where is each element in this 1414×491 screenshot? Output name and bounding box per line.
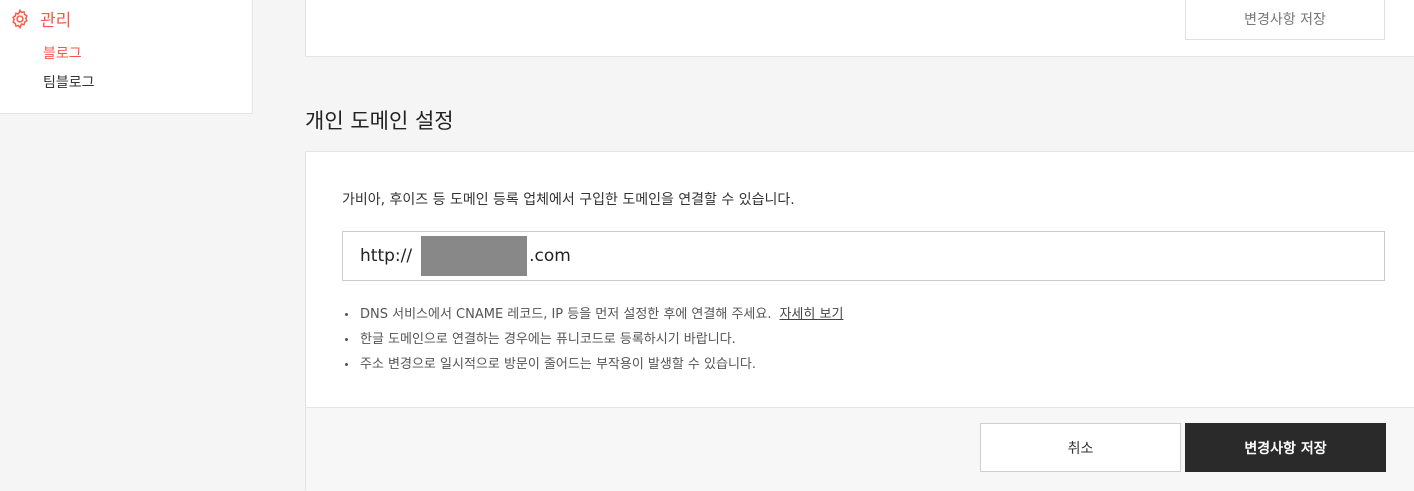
domain-description: 가비아, 후이즈 등 도메인 등록 업체에서 구입한 도메인을 연결할 수 있습… [342,192,795,208]
cancel-button[interactable]: 취소 [980,423,1181,472]
domain-url-input[interactable]: http:// .com [342,231,1385,281]
list-item: 주소 변경으로 일시적으로 방문이 줄어드는 부작용이 발생할 수 있습니다. [342,355,843,380]
previous-settings-card: 변경사항 저장 [305,0,1414,57]
url-prefix: http:// [360,246,413,266]
card-footer: 취소 변경사항 저장 [306,407,1414,491]
learn-more-link[interactable]: 자세히 보기 [779,307,843,322]
list-item: DNS 서비스에서 CNAME 레코드, IP 등을 먼저 설정한 후에 연결해… [342,305,843,330]
url-suffix: .com [529,246,571,266]
list-item: 한글 도메인으로 연결하는 경우에는 퓨니코드로 등록하시기 바랍니다. [342,330,843,355]
sidebar-item-blog[interactable]: 블로그 [43,43,82,63]
sidebar-manage-header[interactable]: 관리 [9,6,71,31]
top-save-button[interactable]: 변경사항 저장 [1185,0,1385,40]
sidebar-item-team-blog[interactable]: 팀블로그 [43,72,95,92]
masked-domain [421,236,528,276]
save-button[interactable]: 변경사항 저장 [1185,423,1386,472]
sidebar: 관리 블로그 팀블로그 [0,0,253,114]
page-title: 개인 도메인 설정 [305,109,454,133]
domain-settings-card: 가비아, 후이즈 등 도메인 등록 업체에서 구입한 도메인을 연결할 수 있습… [305,151,1414,491]
note-text: 주소 변경으로 일시적으로 방문이 줄어드는 부작용이 발생할 수 있습니다. [360,357,756,372]
gear-icon [9,8,31,30]
sidebar-manage-label: 관리 [40,11,72,31]
note-text: 한글 도메인으로 연결하는 경우에는 퓨니코드로 등록하시기 바랍니다. [360,332,736,347]
notes-list: DNS 서비스에서 CNAME 레코드, IP 등을 먼저 설정한 후에 연결해… [342,305,843,380]
note-text: DNS 서비스에서 CNAME 레코드, IP 등을 먼저 설정한 후에 연결해… [360,307,772,322]
